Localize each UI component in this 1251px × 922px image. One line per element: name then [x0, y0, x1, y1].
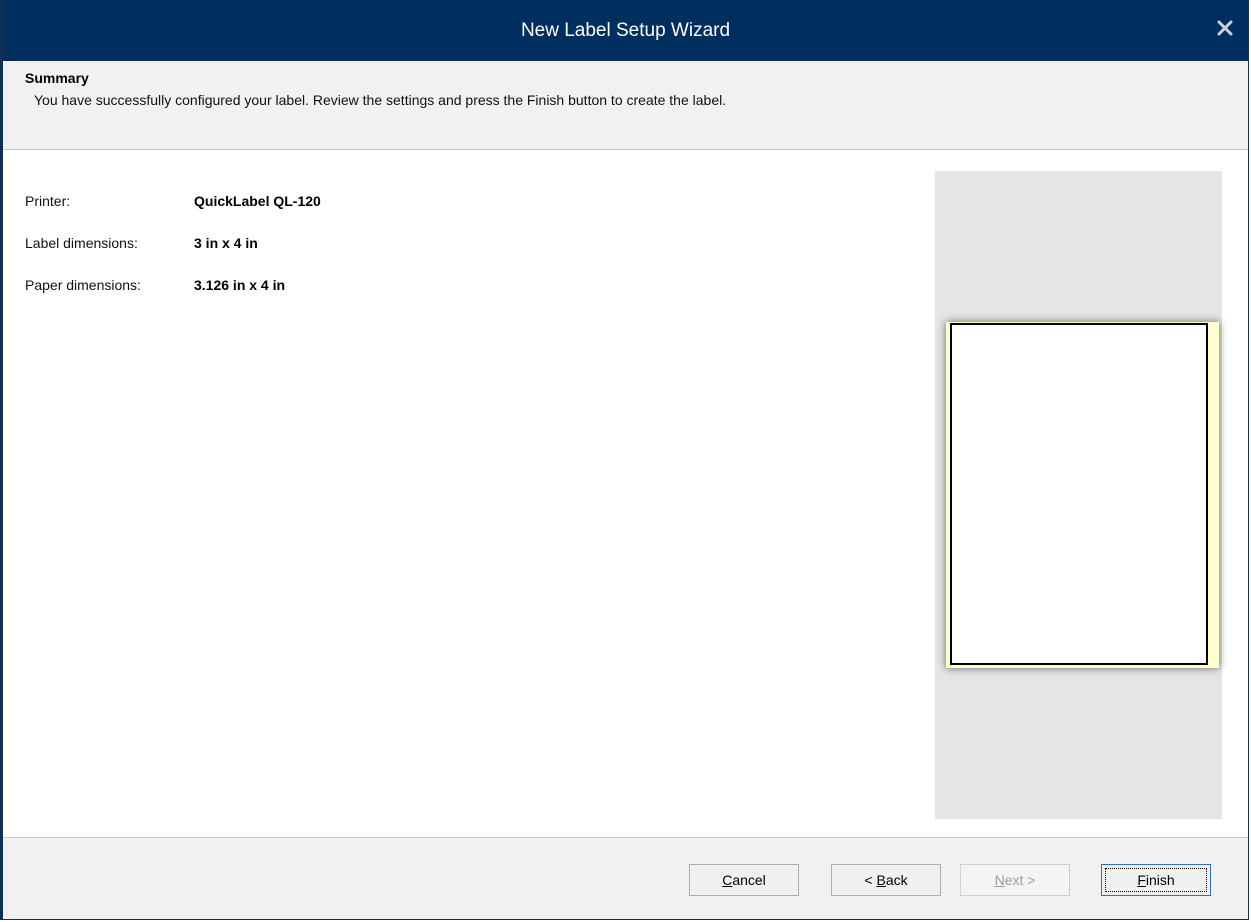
label-outline	[950, 323, 1208, 665]
back-prefix: <	[864, 872, 877, 888]
title-bar: New Label Setup Wizard	[3, 1, 1248, 61]
label-dimensions-value: 3 in x 4 in	[194, 235, 258, 251]
next-label: ext >	[1004, 872, 1036, 888]
cancel-accel: C	[722, 872, 733, 888]
printer-value: QuickLabel QL-120	[194, 193, 321, 209]
close-icon	[1217, 20, 1233, 36]
back-label: ack	[885, 872, 908, 888]
focus-rectangle	[1105, 868, 1207, 892]
label-preview	[935, 171, 1222, 819]
wizard-footer: Cancel < Back Next > Finish	[3, 837, 1248, 919]
cancel-label: ancel	[732, 872, 766, 888]
cancel-button[interactable]: Cancel	[689, 864, 799, 896]
paper-dimensions-value: 3.126 in x 4 in	[194, 277, 286, 293]
wizard-header: Summary You have successfully configured…	[3, 61, 1248, 150]
next-button[interactable]: Next >	[960, 864, 1070, 896]
window-title: New Label Setup Wizard	[520, 20, 731, 41]
wizard-window: New Label Setup Wizard Summary You have …	[0, 0, 1249, 920]
next-accel: N	[994, 872, 1005, 888]
paper-preview	[946, 322, 1219, 668]
summary-content: Printer: QuickLabel QL-120 Label dimensi…	[3, 150, 1248, 838]
page-title: Summary	[25, 70, 89, 86]
back-accel: B	[876, 872, 886, 888]
printer-label: Printer:	[25, 193, 71, 209]
close-button[interactable]	[1212, 15, 1238, 41]
back-button[interactable]: < Back	[831, 864, 941, 896]
finish-button[interactable]: Finish	[1101, 864, 1211, 896]
label-dimensions-label: Label dimensions:	[25, 235, 138, 251]
paper-dimensions-label: Paper dimensions:	[25, 277, 141, 293]
page-description: You have successfully configured your la…	[34, 92, 727, 108]
